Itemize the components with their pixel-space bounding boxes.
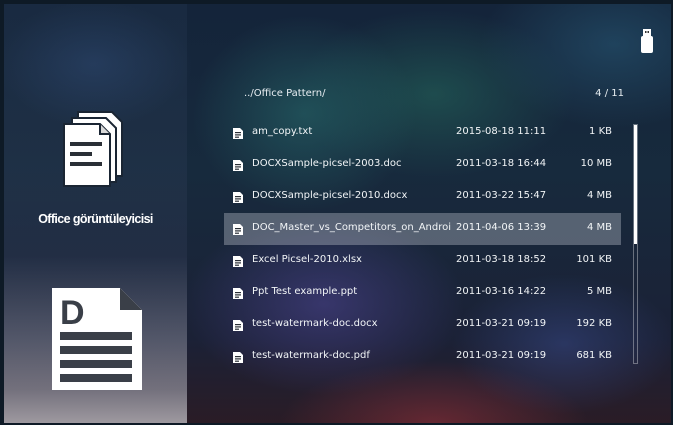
file-row[interactable]: DOCXSample-picsel-2003.doc 2011-03-18 16…: [224, 149, 621, 181]
file-name: test-watermark-doc.docx: [252, 318, 378, 329]
file-row[interactable]: DOCXSample-picsel-2010.docx 2011-03-22 1…: [224, 181, 621, 213]
screen-frame: Office görüntüleyicisi D ../Office Patte…: [4, 4, 671, 423]
svg-text:D: D: [60, 294, 85, 332]
usb-drive-icon[interactable]: [640, 28, 654, 54]
file-date: 2011-03-21 09:19: [456, 350, 547, 361]
file-document-icon: [233, 352, 243, 363]
documents-icon: [63, 111, 123, 187]
file-date: 2011-03-16 14:22: [456, 286, 547, 297]
file-row[interactable]: test-watermark-doc.pdf 2011-03-21 09:19 …: [224, 341, 621, 373]
file-row[interactable]: Ppt Test example.ppt 2011-03-16 14:22 5 …: [224, 277, 621, 309]
file-document-icon: [233, 128, 243, 139]
file-name: DOCXSample-picsel-2003.doc: [252, 158, 402, 169]
file-row[interactable]: DOC_Master_vs_Competitors_on_Androi 2011…: [224, 213, 621, 245]
app-title: Office görüntüleyicisi: [38, 212, 153, 226]
file-size: 4 MB: [586, 222, 612, 233]
document-d-icon: D: [52, 288, 142, 390]
file-date: 2011-03-22 15:47: [456, 190, 547, 201]
file-document-icon: [233, 288, 243, 299]
file-list: am_copy.txt 2015-08-18 11:11 1 KB DOCXSa…: [224, 117, 624, 373]
file-document-icon: [233, 160, 243, 171]
file-name: DOCXSample-picsel-2010.docx: [252, 190, 408, 201]
file-name: am_copy.txt: [252, 126, 313, 137]
file-document-icon: [233, 192, 243, 203]
file-date: 2011-03-18 16:44: [456, 158, 547, 169]
file-name: DOC_Master_vs_Competitors_on_Androi: [252, 222, 452, 233]
scrollbar-thumb[interactable]: [634, 125, 637, 244]
file-document-icon: [233, 320, 243, 331]
file-size: 4 MB: [586, 190, 612, 201]
current-path: ../Office Pattern/: [244, 88, 326, 99]
file-date: 2015-08-18 11:11: [456, 126, 547, 137]
file-date: 2011-04-06 13:39: [456, 222, 547, 233]
scrollbar[interactable]: [633, 124, 638, 364]
file-size: 5 MB: [586, 286, 612, 297]
file-row[interactable]: Excel Picsel-2010.xlsx 2011-03-18 18:52 …: [224, 245, 621, 277]
page-count: 4 / 11: [595, 88, 624, 99]
file-row[interactable]: test-watermark-doc.docx 2011-03-21 09:19…: [224, 309, 621, 341]
file-size: 10 MB: [580, 158, 612, 169]
sidebar: Office görüntüleyicisi D: [4, 4, 187, 423]
file-document-icon: [233, 256, 243, 267]
file-size: 101 KB: [576, 254, 612, 265]
file-name: Ppt Test example.ppt: [252, 286, 358, 297]
file-date: 2011-03-21 09:19: [456, 318, 547, 329]
file-name: Excel Picsel-2010.xlsx: [252, 254, 362, 265]
file-size: 192 KB: [576, 318, 612, 329]
file-row[interactable]: am_copy.txt 2015-08-18 11:11 1 KB: [224, 117, 621, 149]
file-document-icon: [233, 224, 243, 235]
file-size: 1 KB: [589, 126, 612, 137]
file-date: 2011-03-18 18:52: [456, 254, 547, 265]
file-size: 681 KB: [576, 350, 612, 361]
file-name: test-watermark-doc.pdf: [252, 350, 370, 361]
